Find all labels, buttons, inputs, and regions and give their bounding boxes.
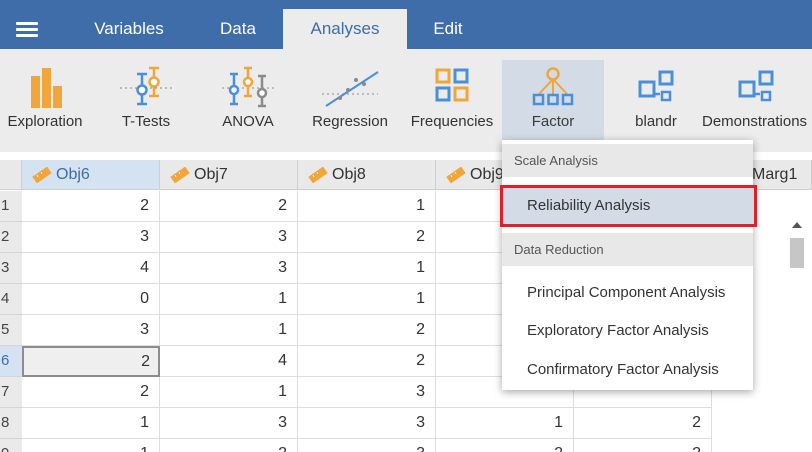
table-cell[interactable]: 3 [298,439,436,452]
section-header-scale-analysis: Scale Analysis [502,144,753,177]
column-header-label: Obj8 [332,166,366,183]
blandr-icon [614,66,698,110]
demonstrations-icon [712,66,800,110]
tab-data[interactable]: Data [196,9,280,49]
exploration-icon [0,66,90,110]
ruler-icon [170,167,190,183]
table-cell[interactable]: 2 [160,191,298,222]
row-number[interactable]: 1 [0,191,22,222]
menu-item-exploratory-factor-analysis[interactable]: Exploratory Factor Analysis [502,312,753,350]
exploration-label: Exploration [7,113,83,130]
t-tests-icon [104,66,188,110]
row-number[interactable]: 5 [0,315,22,346]
factor-dropdown-menu: Scale Analysis Reliability Analysis Data… [500,140,757,390]
grid-corner [0,160,22,190]
tab-analyses[interactable]: Analyses [283,9,407,49]
table-cell[interactable]: 2 [22,191,160,222]
ruler-icon [308,167,328,183]
ruler-icon [32,167,52,183]
anova-button[interactable]: ANOVA [206,60,290,152]
menu-item-principal-component-analysis[interactable]: Principal Component Analysis [502,274,753,312]
table-cell[interactable]: 2 [298,222,436,253]
table-cell[interactable]: 1 [436,408,574,439]
table-cell[interactable]: 4 [22,253,160,284]
row-number[interactable]: 6 [0,346,22,377]
column-header-obj8[interactable]: Obj8 [298,160,436,190]
column-header-obj7[interactable]: Obj7 [160,160,298,190]
row-number[interactable]: 4 [0,284,22,315]
row-number[interactable]: 2 [0,222,22,253]
column-header-obj6[interactable]: Obj6 [22,160,160,190]
anova-label: ANOVA [222,113,274,130]
regression-button[interactable]: Regression [308,60,392,152]
demonstrations-button[interactable]: Demonstrations [702,60,807,152]
t-tests-button[interactable]: T-Tests [104,60,188,152]
menu-item-reliability-analysis[interactable]: Reliability Analysis [500,185,757,227]
table-cell[interactable]: 2 [298,315,436,346]
blandr-button[interactable]: blandr [614,60,698,152]
table-cell[interactable]: 1 [160,284,298,315]
factor-button[interactable]: Factor [502,60,604,152]
table-cell[interactable]: 2 [574,439,712,452]
factor-label: Factor [531,113,575,130]
table-cell[interactable]: 1 [298,284,436,315]
tab-edit[interactable]: Edit [410,9,486,49]
frequencies-icon [410,66,494,110]
table-cell[interactable]: 1 [160,377,298,408]
top-menu-bar: Variables Data Analyses Edit [0,0,812,49]
table-cell[interactable]: 4 [160,346,298,377]
ruler-icon [446,167,466,183]
t-tests-label: T-Tests [121,113,171,130]
regression-label: Regression [312,113,388,130]
table-cell[interactable]: 2 [574,408,712,439]
column-header-label: Obj6 [56,166,90,183]
column-header-label: Obj9 [470,166,504,183]
table-cell[interactable]: 3 [298,377,436,408]
table-cell[interactable]: 2 [298,346,436,377]
scroll-up-arrow-icon[interactable] [792,222,802,228]
column-header-label: Obj7 [194,166,228,183]
row-number[interactable]: 3 [0,253,22,284]
hamburger-menu-icon[interactable] [16,22,38,38]
frequencies-button[interactable]: Frequencies [410,60,494,152]
table-cell[interactable]: 1 [298,191,436,222]
table-cell[interactable]: 2 [160,439,298,452]
table-cell[interactable]: 3 [22,315,160,346]
exploration-button[interactable]: Exploration [0,60,90,152]
menu-item-confirmatory-factor-analysis[interactable]: Confirmatory Factor Analysis [502,351,753,389]
column-header-label: Marg1 [752,166,798,183]
table-cell[interactable]: 3 [160,222,298,253]
row-number[interactable]: 7 [0,377,22,408]
table-cell[interactable]: 2 [436,439,574,452]
factor-icon [502,66,604,110]
row-number[interactable]: 9 [0,439,22,452]
tab-variables[interactable]: Variables [74,9,184,49]
selected-cell[interactable]: 2 [22,346,160,377]
table-cell[interactable]: 1 [160,315,298,346]
regression-icon [308,66,392,110]
table-cell[interactable]: 3 [298,408,436,439]
analyses-ribbon: Exploration T-Tests ANOVA Regression Fre… [0,49,812,152]
table-cell[interactable]: 3 [160,408,298,439]
demonstrations-label: Demonstrations [702,113,808,130]
vertical-scrollbar-thumb[interactable] [790,238,804,268]
row-number[interactable]: 8 [0,408,22,439]
table-cell[interactable]: 0 [22,284,160,315]
table-cell[interactable]: 1 [22,439,160,452]
table-cell[interactable]: 3 [22,222,160,253]
frequencies-label: Frequencies [410,113,494,130]
table-cell[interactable]: 1 [22,408,160,439]
table-cell[interactable]: 1 [298,253,436,284]
anova-icon [206,66,290,110]
section-header-data-reduction: Data Reduction [502,233,753,266]
table-cell[interactable]: 3 [160,253,298,284]
table-cell[interactable]: 2 [22,377,160,408]
blandr-label: blandr [635,113,677,130]
